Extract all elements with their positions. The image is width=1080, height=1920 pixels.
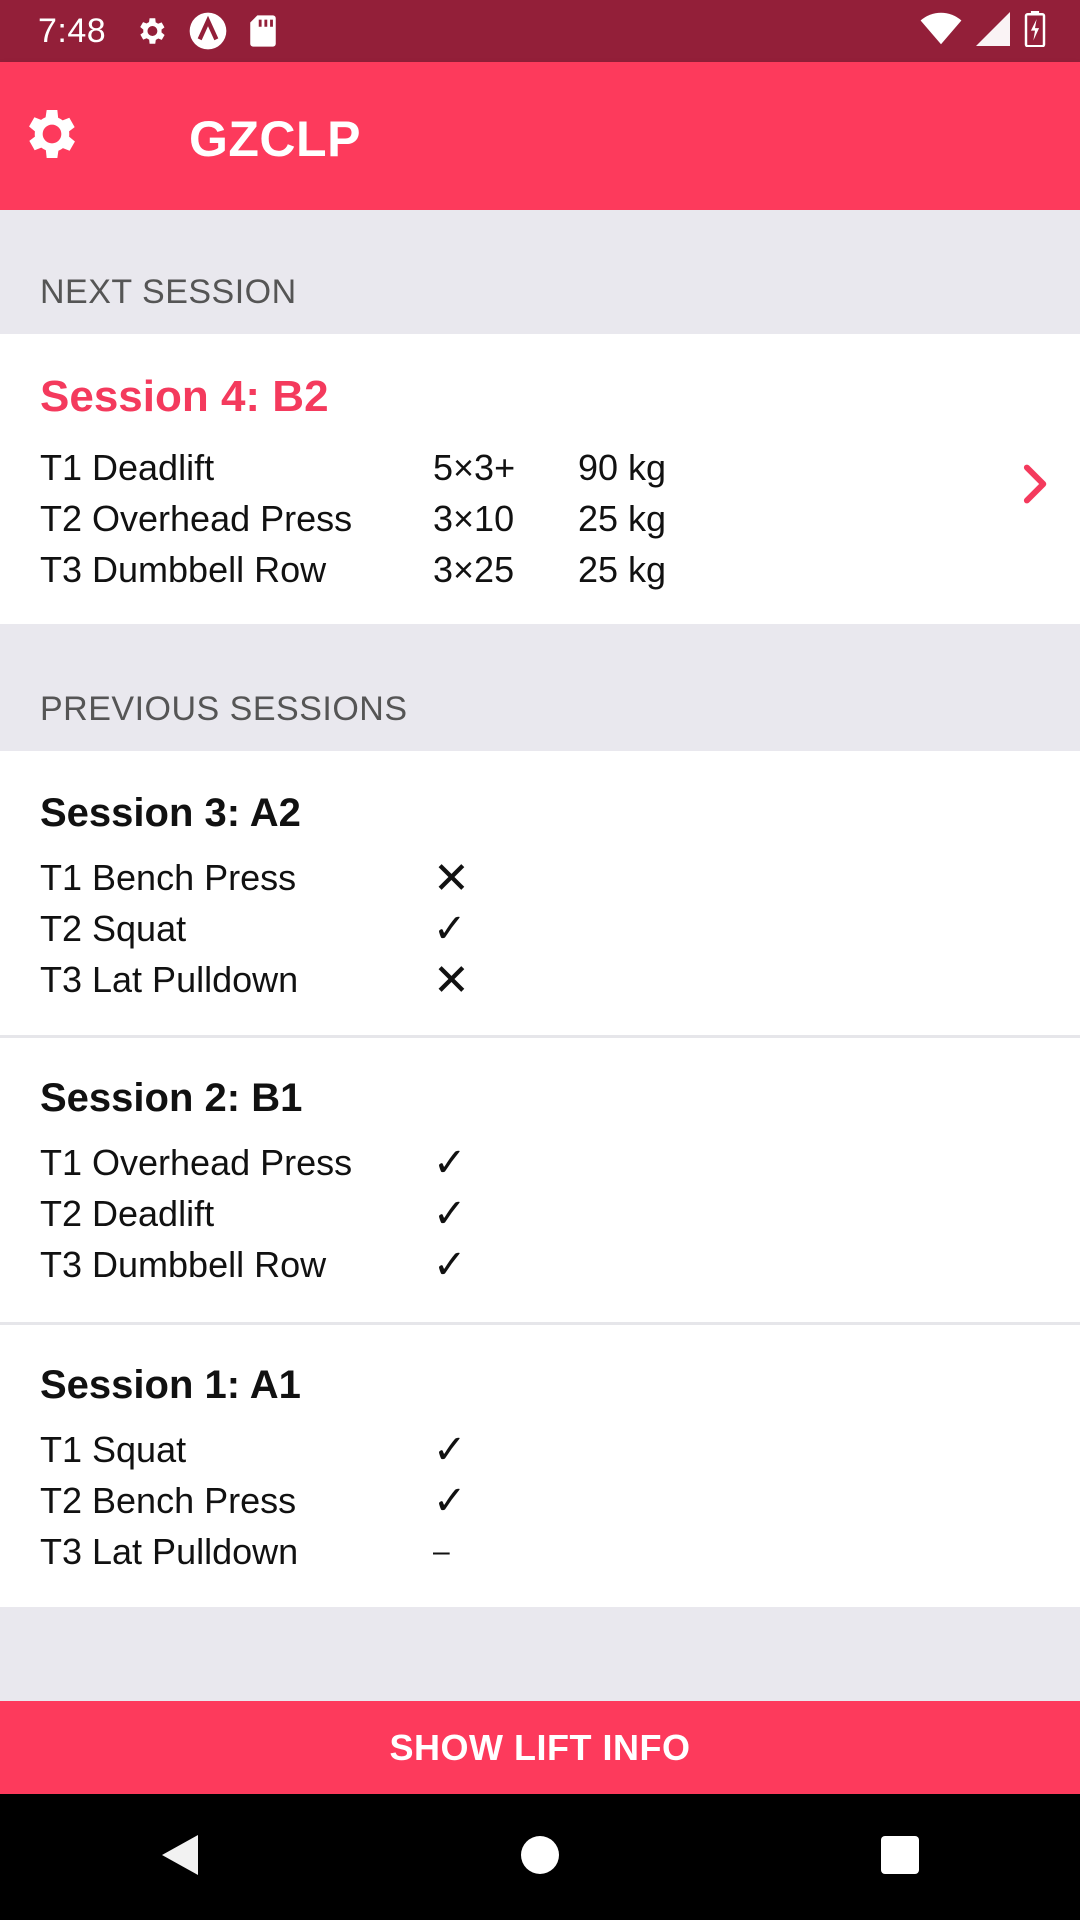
lift-name: T1 Overhead Press <box>40 1142 353 1183</box>
lift-weight: 90 kg <box>578 447 667 488</box>
lift-name: T3 Lat Pulldown <box>40 959 299 1000</box>
lift-row: T1 Bench Press ✕ <box>40 853 1040 903</box>
lift-name: T2 Overhead Press <box>40 498 353 539</box>
lift-weight: 25 kg <box>578 498 667 539</box>
signal-icon <box>976 11 1010 51</box>
previous-session-card[interactable]: Session 1: A1 T1 Squat ✓ T2 Bench Press … <box>0 1325 1080 1607</box>
recents-button[interactable] <box>840 1807 960 1907</box>
lift-row: T1 Overhead Press ✓ <box>40 1138 1040 1188</box>
settings-button[interactable] <box>20 104 84 168</box>
lift-name: T3 Dumbbell Row <box>40 549 327 590</box>
lift-row: T3 Dumbbell Row 3×25 25 kg <box>40 545 1040 595</box>
lift-row: T2 Bench Press ✓ <box>40 1476 1040 1526</box>
session-title: Session 3: A2 <box>40 791 301 835</box>
app-title: GZCLP <box>189 111 361 167</box>
lift-result: ✓ <box>433 1243 467 1287</box>
previous-sessions-header-label: PREVIOUS SESSIONS <box>40 690 408 728</box>
wifi-icon <box>920 12 962 51</box>
lift-result: ✓ <box>433 907 467 951</box>
lift-row: T1 Deadlift 5×3+ 90 kg <box>40 443 1040 493</box>
lift-result: ✓ <box>433 1192 467 1236</box>
navigation-bar <box>0 1794 1080 1920</box>
next-session-header: NEXT SESSION <box>0 210 1080 334</box>
lift-weight: 25 kg <box>578 549 667 590</box>
previous-session-card[interactable]: Session 3: A2 T1 Bench Press ✕ T2 Squat … <box>0 751 1080 1035</box>
sd-card-icon <box>248 14 278 48</box>
next-session-card[interactable]: Session 4: B2 T1 Deadlift 5×3+ 90 kg T2 … <box>0 334 1080 624</box>
show-lift-info-label: SHOW LIFT INFO <box>389 1726 691 1768</box>
session-title: Session 2: B1 <box>40 1076 303 1120</box>
lift-row: T1 Squat ✓ <box>40 1425 1040 1475</box>
lift-result: ✓ <box>433 1141 467 1185</box>
back-button[interactable] <box>120 1807 240 1907</box>
lift-row: T3 Dumbbell Row ✓ <box>40 1240 1040 1290</box>
next-session-header-label: NEXT SESSION <box>40 273 297 311</box>
lift-row: T2 Overhead Press 3×10 25 kg <box>40 494 1040 544</box>
home-button[interactable] <box>480 1807 600 1907</box>
lift-name: T2 Squat <box>40 908 187 949</box>
lift-name: T1 Bench Press <box>40 857 297 898</box>
lift-scheme: 3×25 <box>433 549 515 590</box>
previous-sessions-header: PREVIOUS SESSIONS <box>0 624 1080 751</box>
lift-name: T1 Squat <box>40 1429 187 1470</box>
lift-name: T3 Lat Pulldown <box>40 1531 299 1572</box>
home-icon <box>520 1835 560 1880</box>
battery-icon <box>1024 10 1046 52</box>
lift-row: T3 Lat Pulldown ✕ <box>40 955 1040 1005</box>
lift-result: ✓ <box>433 1428 467 1472</box>
lift-row: T2 Squat ✓ <box>40 904 1040 954</box>
previous-session-card[interactable]: Session 2: B1 T1 Overhead Press ✓ T2 Dea… <box>0 1038 1080 1322</box>
recents-icon <box>880 1835 920 1880</box>
lift-row: T3 Lat Pulldown – <box>40 1527 1040 1577</box>
lift-result: ✕ <box>433 853 470 903</box>
status-time: 7:48 <box>38 11 107 50</box>
app-bar: GZCLP <box>0 62 1080 210</box>
a-circle-icon <box>188 11 228 51</box>
lift-scheme: 5×3+ <box>433 447 516 488</box>
gear-icon <box>134 14 168 48</box>
lift-name: T2 Bench Press <box>40 1480 297 1521</box>
show-lift-info-button[interactable]: SHOW LIFT INFO <box>0 1701 1080 1794</box>
back-icon <box>158 1831 202 1884</box>
lift-row: T2 Deadlift ✓ <box>40 1189 1040 1239</box>
lift-result: – <box>433 1535 450 1568</box>
lift-name: T2 Deadlift <box>40 1193 215 1234</box>
next-session-title: Session 4: B2 <box>40 372 329 421</box>
chevron-right-icon[interactable] <box>1016 454 1056 514</box>
lift-name: T1 Deadlift <box>40 447 215 488</box>
lift-result: ✓ <box>433 1479 467 1523</box>
lift-scheme: 3×10 <box>433 498 515 539</box>
gear-icon <box>20 102 84 171</box>
lift-name: T3 Dumbbell Row <box>40 1244 327 1285</box>
session-title: Session 1: A1 <box>40 1363 301 1407</box>
status-bar: 7:48 <box>0 0 1080 62</box>
lift-result: ✕ <box>433 955 470 1005</box>
